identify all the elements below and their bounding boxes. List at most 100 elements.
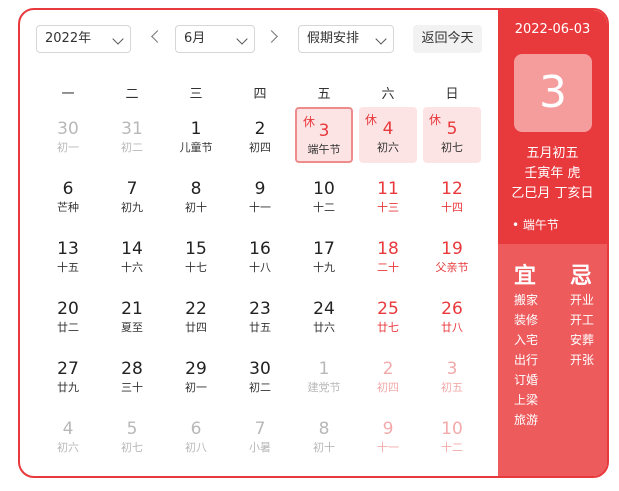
day-cell[interactable]: 7 小暑: [231, 407, 289, 463]
day-cell[interactable]: 9 十一: [231, 167, 289, 223]
day-number: 28: [121, 359, 143, 379]
day-number: 19: [441, 239, 463, 259]
day-number: 13: [57, 239, 79, 259]
day-cell[interactable]: 27 廿九: [39, 347, 97, 403]
next-month-icon[interactable]: [265, 30, 278, 43]
day-number: 18: [377, 239, 399, 259]
holiday-select[interactable]: 假期安排: [298, 25, 394, 53]
day-lunar-label: 初四: [249, 141, 271, 154]
day-detail-panel: 2022-06-03 3 五月初五 壬寅年 虎 乙巳月 丁亥日 • 端午节 宜 …: [498, 10, 607, 476]
day-lunar-label: 十六: [121, 261, 143, 274]
day-cell[interactable]: 12 十四: [423, 167, 481, 223]
day-number: 9: [382, 419, 394, 439]
day-cell[interactable]: 30 初二: [231, 347, 289, 403]
day-lunar-label: 十九: [313, 261, 335, 274]
day-cell[interactable]: 28 三十: [103, 347, 161, 403]
day-cell[interactable]: 18 二十: [359, 227, 417, 283]
day-lunar-label: 十五: [57, 261, 79, 274]
day-lunar-label: 十二: [313, 201, 335, 214]
day-cell[interactable]: 4 初六: [39, 407, 97, 463]
yi-item: 入宅: [514, 333, 539, 347]
day-lunar-label: 芒种: [57, 201, 79, 214]
yi-list: 搬家 装修 入宅 出行 订婚 上梁 旅游: [514, 290, 538, 430]
year-select[interactable]: 2022年: [36, 25, 131, 53]
weekday-label: 六: [381, 87, 395, 102]
day-number: 26: [441, 299, 463, 319]
holiday-select-value: 假期安排: [307, 31, 360, 46]
day-number: 27: [57, 359, 79, 379]
day-cell[interactable]: 16 十八: [231, 227, 289, 283]
day-cell[interactable]: 29 初一: [167, 347, 225, 403]
day-cell[interactable]: 26 廿八: [423, 287, 481, 343]
day-cell[interactable]: 1 儿童节: [167, 107, 225, 163]
day-cell[interactable]: 10 十二: [295, 167, 353, 223]
day-cell[interactable]: 21 夏至: [103, 287, 161, 343]
day-cell[interactable]: 休 4 初六: [359, 107, 417, 163]
day-cell[interactable]: 3 初五: [423, 347, 481, 403]
day-cell[interactable]: 7 初九: [103, 167, 161, 223]
day-cell[interactable]: 2 初四: [359, 347, 417, 403]
day-cell[interactable]: 2 初四: [231, 107, 289, 163]
lunar-date: 五月初五: [526, 146, 579, 161]
day-lunar-label: 初十: [185, 201, 207, 214]
day-cell[interactable]: 31 初二: [103, 107, 161, 163]
day-number: 25: [377, 299, 399, 319]
day-lunar-label: 初十: [313, 441, 335, 454]
day-number: 6: [190, 419, 202, 439]
day-number: 17: [313, 239, 335, 259]
yi-item: 出行: [514, 353, 539, 367]
day-number: 30: [249, 359, 271, 379]
day-cell[interactable]: 9 十一: [359, 407, 417, 463]
day-lunar-label: 建党节: [307, 381, 341, 394]
day-lunar-label: 初四: [377, 381, 399, 394]
day-number: 16: [249, 239, 271, 259]
day-lunar-label: 十一: [377, 441, 399, 454]
day-lunar-label: 十八: [249, 261, 271, 274]
day-grid: 30 初一 31 初二 1 儿童节 2 初四休 3 端午节休 4 初六休 5 初七 6 芒种 7 初九 8 初十 9 十一…: [36, 107, 484, 467]
month-select[interactable]: 6月: [175, 25, 255, 53]
day-number: 12: [441, 179, 463, 199]
day-lunar-label: 初七: [441, 141, 463, 154]
day-cell[interactable]: 1 建党节: [295, 347, 353, 403]
day-cell[interactable]: 19 父亲节: [423, 227, 481, 283]
day-number: 10: [313, 179, 335, 199]
day-cell[interactable]: 13 十五: [39, 227, 97, 283]
day-cell[interactable]: 25 廿七: [359, 287, 417, 343]
yi-title: 宜: [514, 264, 537, 289]
day-lunar-label: 初六: [377, 141, 399, 154]
day-cell[interactable]: 23 廿五: [231, 287, 289, 343]
day-cell[interactable]: 5 初七: [103, 407, 161, 463]
day-cell[interactable]: 20 廿二: [39, 287, 97, 343]
day-cell[interactable]: 8 初十: [167, 167, 225, 223]
day-number: 29: [185, 359, 207, 379]
day-cell[interactable]: 22 廿四: [167, 287, 225, 343]
day-lunar-label: 十三: [377, 201, 399, 214]
ji-title: 忌: [570, 264, 593, 289]
day-cell[interactable]: 8 初十: [295, 407, 353, 463]
day-cell[interactable]: 30 初一: [39, 107, 97, 163]
chevron-down-icon: [375, 33, 387, 45]
prev-month-icon[interactable]: [151, 30, 164, 43]
day-cell[interactable]: 17 十九: [295, 227, 353, 283]
day-cell[interactable]: 11 十三: [359, 167, 417, 223]
chevron-down-icon: [236, 33, 248, 45]
day-number: 14: [121, 239, 143, 259]
day-cell[interactable]: 15 十七: [167, 227, 225, 283]
ji-item: 开张: [570, 353, 595, 367]
day-cell[interactable]: 休 5 初七: [423, 107, 481, 163]
day-cell[interactable]: 6 初八: [167, 407, 225, 463]
day-number: 8: [190, 179, 202, 199]
day-number: 8: [318, 419, 330, 439]
day-cell[interactable]: 10 十二: [423, 407, 481, 463]
day-number: 20: [57, 299, 79, 319]
day-lunar-label: 十七: [185, 261, 207, 274]
day-lunar-label: 小暑: [249, 441, 271, 454]
day-cell[interactable]: 24 廿六: [295, 287, 353, 343]
day-lunar-label: 初六: [57, 441, 79, 454]
selected-date: 2022-06-03: [514, 22, 591, 37]
day-cell[interactable]: 6 芒种: [39, 167, 97, 223]
day-number: 21: [121, 299, 143, 319]
day-cell[interactable]: 14 十六: [103, 227, 161, 283]
day-cell[interactable]: 休 3 端午节: [295, 107, 353, 163]
back-to-today-button[interactable]: 返回今天: [413, 25, 482, 53]
